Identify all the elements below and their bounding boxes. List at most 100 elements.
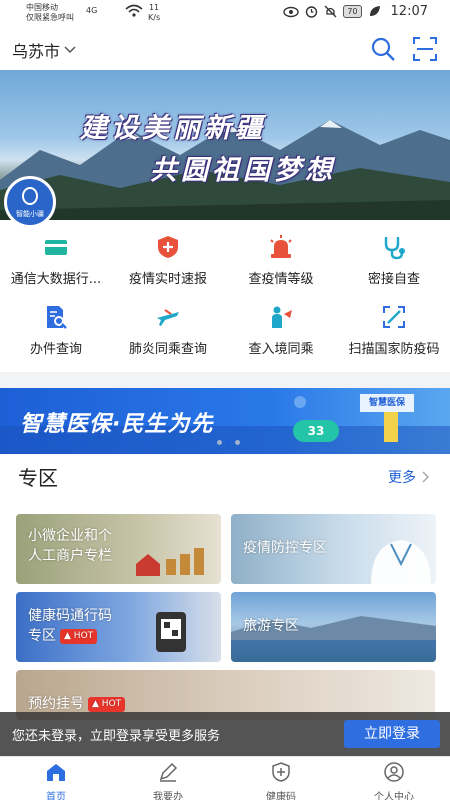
assistant-button[interactable]: 智能小疆 xyxy=(4,176,56,228)
tab-label: 健康码 xyxy=(266,792,296,800)
carousel-dots xyxy=(217,440,240,445)
network-speed: 11 K/s xyxy=(148,3,160,23)
app-header: 乌苏市 xyxy=(0,28,450,70)
hot-badge: ▲ HOT xyxy=(60,628,98,644)
service-label: 疫情实时速报 xyxy=(128,272,207,287)
service-label: 扫描国家防疫码 xyxy=(348,342,440,357)
service-item[interactable]: 通信大数据行... xyxy=(0,226,112,288)
card-label: 小微企业和个 人工商户专栏 xyxy=(28,526,112,566)
hot-label: HOT xyxy=(101,698,122,709)
service-label: 密接自查 xyxy=(367,272,420,287)
card-line1: 预约挂号 xyxy=(28,696,84,712)
edit-icon xyxy=(159,762,178,782)
assistant-avatar-icon xyxy=(22,187,38,205)
service-label: 查入境同乘 xyxy=(248,342,314,357)
city-name: 乌苏市 xyxy=(12,42,61,61)
tab-health-code[interactable]: 健康码 xyxy=(225,761,337,800)
speed-unit: K/s xyxy=(148,13,161,22)
card-line2: 人工商户专栏 xyxy=(28,548,112,564)
zone-card-tourism[interactable]: 旅游专区 xyxy=(231,592,436,662)
section-divider xyxy=(0,372,450,388)
mountain-landscape xyxy=(0,120,450,220)
more-label: 更多 xyxy=(388,470,416,486)
stethoscope-icon xyxy=(384,237,405,260)
tab-label: 我要办 xyxy=(153,792,183,800)
carrier-info: 中国移动 仅限紧急呼叫 xyxy=(26,3,74,23)
card-line1: 旅游专区 xyxy=(243,618,299,634)
leaf-icon xyxy=(369,6,380,16)
tab-label: 首页 xyxy=(46,792,66,800)
tab-profile[interactable]: 个人中心 xyxy=(338,761,450,800)
service-item[interactable]: 办件查询 xyxy=(0,296,112,358)
card-line2: 专区 xyxy=(28,628,56,644)
home-icon xyxy=(47,764,65,781)
service-label: 办件查询 xyxy=(29,342,82,357)
scan-code-icon xyxy=(383,306,405,328)
siren-icon xyxy=(270,235,292,258)
user-icon xyxy=(384,762,404,782)
card-line1: 小微企业和个 xyxy=(28,528,112,544)
city-selector[interactable]: 乌苏市 xyxy=(12,38,76,62)
card-label: 预约挂号 ▲ HOT xyxy=(28,694,126,714)
wifi-icon xyxy=(125,4,143,17)
zone-card-small-business[interactable]: 小微企业和个 人工商户专栏 xyxy=(16,514,221,584)
tab-home[interactable]: 首页 xyxy=(0,761,112,800)
chevron-right-icon xyxy=(422,471,430,483)
login-prompt: 您还未登录，立即登录享受更多服务 立即登录 xyxy=(0,712,450,756)
service-item[interactable]: 密接自查 xyxy=(338,226,450,288)
service-label: 通信大数据行... xyxy=(10,272,102,287)
service-item[interactable]: 肺炎同乘查询 xyxy=(112,296,224,358)
card-icon xyxy=(45,240,67,255)
service-item[interactable]: 查入境同乘 xyxy=(225,296,337,358)
network-indicator: 4G xyxy=(86,6,98,15)
bottom-tab-bar: 首页 我要办 健康码 个人中心 xyxy=(0,756,450,800)
plane-icon xyxy=(157,309,179,326)
service-label: 查疫情等级 xyxy=(248,272,314,287)
carousel-dot-active[interactable] xyxy=(226,440,231,445)
health-shield-icon xyxy=(272,762,290,782)
promo-sign: 智慧医保 xyxy=(360,394,414,412)
zone-title: 专区 xyxy=(18,466,58,490)
hot-label: HOT xyxy=(73,630,94,641)
carousel-dot[interactable] xyxy=(235,440,240,445)
search-icon[interactable] xyxy=(370,36,396,62)
more-link[interactable]: 更多 xyxy=(388,467,430,487)
alarm-icon xyxy=(306,6,318,18)
banner-title-line2: 共圆祖国梦想 xyxy=(150,155,336,186)
zone-card-health-code[interactable]: 健康码通行码 专区 ▲ HOT xyxy=(16,592,221,662)
promo-text: 智慧医保·民生为先 xyxy=(20,412,214,437)
status-icons: 70 12:07 xyxy=(283,4,428,19)
promo-badge: 33 xyxy=(293,420,339,442)
document-search-icon xyxy=(47,306,67,329)
hot-badge: ▲ HOT xyxy=(88,696,126,712)
scan-icon[interactable] xyxy=(412,36,438,62)
carrier-status: 仅限紧急呼叫 xyxy=(26,13,74,22)
chevron-down-icon xyxy=(64,46,76,54)
tab-label: 个人中心 xyxy=(374,792,414,800)
card-label: 健康码通行码 专区 ▲ HOT xyxy=(28,606,112,646)
hero-banner[interactable]: 建设美丽新疆 共圆祖国梦想 xyxy=(0,70,450,220)
flame-icon: ▲ xyxy=(64,630,71,641)
eye-icon xyxy=(283,6,300,17)
carousel-dot[interactable] xyxy=(217,440,222,445)
card-line1: 疫情防控专区 xyxy=(243,540,327,556)
service-item[interactable]: 扫描国家防疫码 xyxy=(338,296,450,358)
carrier-name: 中国移动 xyxy=(26,3,58,12)
card-label: 旅游专区 xyxy=(243,616,299,636)
flame-icon: ▲ xyxy=(92,698,99,709)
service-item[interactable]: 查疫情等级 xyxy=(225,226,337,288)
zone-card-epidemic[interactable]: 疫情防控专区 xyxy=(231,514,436,584)
shield-alert-icon xyxy=(158,236,178,258)
mute-icon xyxy=(324,5,337,18)
card-label: 疫情防控专区 xyxy=(243,538,327,558)
login-prompt-text: 您还未登录，立即登录享受更多服务 xyxy=(12,729,221,744)
service-label: 肺炎同乘查询 xyxy=(128,342,207,357)
speed-value: 11 xyxy=(148,3,160,12)
status-bar: 中国移动 仅限紧急呼叫 4G 11 K/s 70 12:07 xyxy=(0,0,450,28)
banner-title-line1: 建设美丽新疆 xyxy=(80,113,266,144)
login-button[interactable]: 立即登录 xyxy=(344,720,440,748)
battery-indicator: 70 xyxy=(343,5,362,18)
service-item[interactable]: 疫情实时速报 xyxy=(112,226,224,288)
card-line1: 健康码通行码 xyxy=(28,608,112,624)
tab-services[interactable]: 我要办 xyxy=(112,761,224,800)
